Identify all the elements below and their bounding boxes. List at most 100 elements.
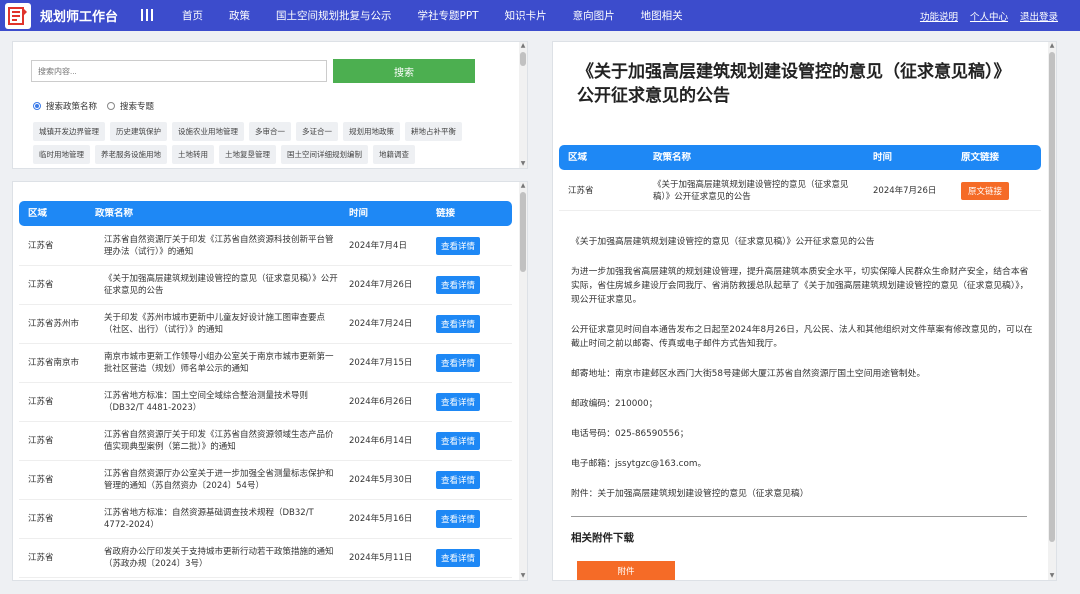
row-date: 2024年7月24日 <box>349 319 413 329</box>
row-link-cell: 查看详情 <box>436 510 506 528</box>
tag[interactable]: 规划用地政策 <box>343 122 400 141</box>
tag[interactable]: 设施农业用地管理 <box>172 122 244 141</box>
view-detail-button[interactable]: 查看详情 <box>436 276 481 294</box>
table-row: 江苏省苏州市 关于印发《苏州市城市更新中儿童友好设计施工图审查要点（社区、出行）… <box>19 305 512 344</box>
row-link-cell: 查看详情 <box>436 471 506 489</box>
view-detail-button[interactable]: 查看详情 <box>436 510 481 528</box>
main-nav: 首页 政策 国土空间规划批复与公示 学社专题PPT 知识卡片 意向图片 地图相关 <box>182 8 709 23</box>
row-policy-name: 南京市城市更新工作领导小组办公室关于南京市城市更新第一批社区营造（规划）师名单公… <box>104 352 334 374</box>
profile-link[interactable]: 个人中心 <box>970 9 1008 23</box>
help-link[interactable]: 功能说明 <box>920 9 958 23</box>
row-policy-name: 江苏省自然资源厅关于印发《江苏省自然资源科技创新平台管理办法（试行）》的通知 <box>104 235 334 257</box>
search-input[interactable] <box>31 60 327 82</box>
scroll-down-icon[interactable]: ▼ <box>1048 572 1056 580</box>
attachment-button[interactable]: 附件 <box>577 561 675 580</box>
col-link: 链接 <box>436 207 456 219</box>
row-link-cell: 原文链接 <box>961 181 1041 200</box>
content-paragraph: 为进一步加强我省高层建筑的规划建设管理，提升高层建筑本质安全水平，切实保障人民群… <box>571 267 1029 305</box>
tag[interactable]: 耕地占补平衡 <box>405 122 462 141</box>
table-row: 江苏省 江苏省地方标准：自然资源基础调查技术规程（DB32/T 4772-202… <box>19 500 512 539</box>
view-detail-button[interactable]: 查看详情 <box>436 471 481 489</box>
table-row: 江苏省南京市 南京市城市更新工作领导小组办公室关于南京市城市更新第一批社区营造（… <box>19 344 512 383</box>
nav-planning-approval[interactable]: 国土空间规划批复与公示 <box>276 8 392 23</box>
tag[interactable]: 土地转用 <box>172 145 214 164</box>
content-paragraph: 邮政编码：210000； <box>571 399 658 409</box>
menu-icon[interactable] <box>140 8 154 23</box>
row-date: 2024年5月30日 <box>349 475 413 485</box>
table-row: 江苏省 《关于加强高层建筑规划建设管控的意见（征求意见稿）》公开征求意见的公告 … <box>19 266 512 305</box>
nav-knowledge-cards[interactable]: 知识卡片 <box>505 8 547 23</box>
app-title: 规划师工作台 <box>40 10 119 25</box>
radio-policy-name[interactable] <box>33 102 41 110</box>
row-policy-name: 江苏省自然资源厅关于印发《江苏省自然资源领域生态产品价值实现典型案例（第二批）》… <box>104 430 334 452</box>
logo-icon <box>8 6 27 25</box>
tag[interactable]: 历史建筑保护 <box>110 122 167 141</box>
nav-home[interactable]: 首页 <box>182 8 203 23</box>
tag[interactable]: 养老服务设施用地 <box>95 145 167 164</box>
row-date: 2024年6月14日 <box>349 436 413 446</box>
detail-content: 《关于加强高层建筑规划建设管控的意见（征求意见稿）》公开征求意见的公告 为进一步… <box>571 235 1033 517</box>
table-row: 江苏省 省政府办公厅印发关于支持城市更新行动若干政策措施的通知（苏政办规〔202… <box>19 539 512 578</box>
col-region: 区域 <box>28 207 48 219</box>
scroll-down-icon[interactable]: ▼ <box>519 160 527 168</box>
tag[interactable]: 土地复垦管理 <box>219 145 276 164</box>
scroll-up-icon[interactable]: ▲ <box>1048 42 1056 50</box>
tag[interactable]: 地籍调查 <box>373 145 415 164</box>
col-policy-name: 政策名称 <box>95 207 134 219</box>
nav-ppt[interactable]: 学社专题PPT <box>418 8 479 23</box>
view-detail-button[interactable]: 查看详情 <box>436 393 481 411</box>
row-link-cell: 查看详情 <box>436 393 506 411</box>
row-policy-name: 《关于加强高层建筑规划建设管控的意见（征求意见稿）》公开征求意见的公告 <box>653 179 849 202</box>
content-paragraph: 《关于加强高层建筑规划建设管控的意见（征求意见稿）》公开征求意见的公告 <box>571 237 875 247</box>
user-links: 功能说明 个人中心 退出登录 <box>920 9 1058 23</box>
nav-intent-images[interactable]: 意向图片 <box>573 8 615 23</box>
col-date: 时间 <box>873 151 893 163</box>
search-button[interactable]: 搜索 <box>333 59 475 83</box>
scroll-thumb[interactable] <box>520 52 526 66</box>
row-policy-name: 关于印发《苏州市城市更新中儿童友好设计施工图审查要点（社区、出行）（试行）》的通… <box>104 313 326 335</box>
original-link-button[interactable]: 原文链接 <box>961 181 1010 200</box>
tag[interactable]: 国土空间详细规划编制 <box>281 145 368 164</box>
view-detail-button[interactable]: 查看详情 <box>436 237 481 255</box>
row-link-cell: 查看详情 <box>436 315 506 333</box>
row-region: 江苏省 <box>28 280 54 290</box>
row-date: 2024年7月4日 <box>349 241 407 251</box>
view-detail-button[interactable]: 查看详情 <box>436 549 481 567</box>
row-region: 江苏省南京市 <box>28 358 80 368</box>
row-region: 江苏省 <box>568 185 594 196</box>
attachments-title: 相关附件下载 <box>571 532 634 544</box>
scroll-up-icon[interactable]: ▲ <box>519 182 527 190</box>
scroll-thumb[interactable] <box>520 192 526 272</box>
tag[interactable]: 城镇开发边界管理 <box>33 122 105 141</box>
view-detail-button[interactable]: 查看详情 <box>436 354 481 372</box>
nav-policy[interactable]: 政策 <box>229 8 250 23</box>
row-date: 2024年7月26日 <box>349 280 413 290</box>
list-scrollbar[interactable]: ▲ ▼ <box>519 182 527 580</box>
scroll-down-icon[interactable]: ▼ <box>519 572 527 580</box>
scroll-up-icon[interactable]: ▲ <box>519 42 527 50</box>
top-nav-bar: 规划师工作台 首页 政策 国土空间规划批复与公示 学社专题PPT 知识卡片 意向… <box>0 0 1080 31</box>
row-policy-name: 《关于加强高层建筑规划建设管控的意见（征求意见稿）》公开征求意见的公告 <box>104 274 338 296</box>
col-original-link: 原文链接 <box>961 151 1000 163</box>
radio-topic-label: 搜索专题 <box>120 102 155 112</box>
detail-scrollbar[interactable]: ▲ ▼ <box>1048 42 1056 580</box>
nav-map[interactable]: 地图相关 <box>641 8 683 23</box>
table-row: 江苏省 江苏省自然资源厅关于印发《江苏省自然资源领域生态产品价值实现典型案例（第… <box>19 422 512 461</box>
search-scrollbar[interactable]: ▲ ▼ <box>519 42 527 168</box>
view-detail-button[interactable]: 查看详情 <box>436 315 481 333</box>
tag[interactable]: 临时用地管理 <box>33 145 90 164</box>
logo[interactable] <box>5 2 31 29</box>
table-row: 江苏省 江苏省自然资源厅办公室关于进一步加强全省测量标志保护和管理的通知（苏自然… <box>19 461 512 500</box>
row-policy-name: 江苏省地方标准：国土空间全域综合整治测量技术导则（DB32/T 4481-202… <box>104 391 309 413</box>
tag[interactable]: 多审合一 <box>249 122 291 141</box>
tag[interactable]: 多证合一 <box>296 122 338 141</box>
col-policy-name: 政策名称 <box>653 151 692 163</box>
radio-topic[interactable] <box>107 102 116 110</box>
detail-row: 江苏省 《关于加强高层建筑规划建设管控的意见（征求意见稿）》公开征求意见的公告 … <box>559 171 1041 211</box>
logout-link[interactable]: 退出登录 <box>1020 9 1058 23</box>
view-detail-button[interactable]: 查看详情 <box>436 432 481 450</box>
col-date: 时间 <box>349 207 369 219</box>
divider <box>571 516 1027 517</box>
row-region: 江苏省苏州市 <box>28 319 80 329</box>
scroll-thumb[interactable] <box>1049 52 1055 542</box>
